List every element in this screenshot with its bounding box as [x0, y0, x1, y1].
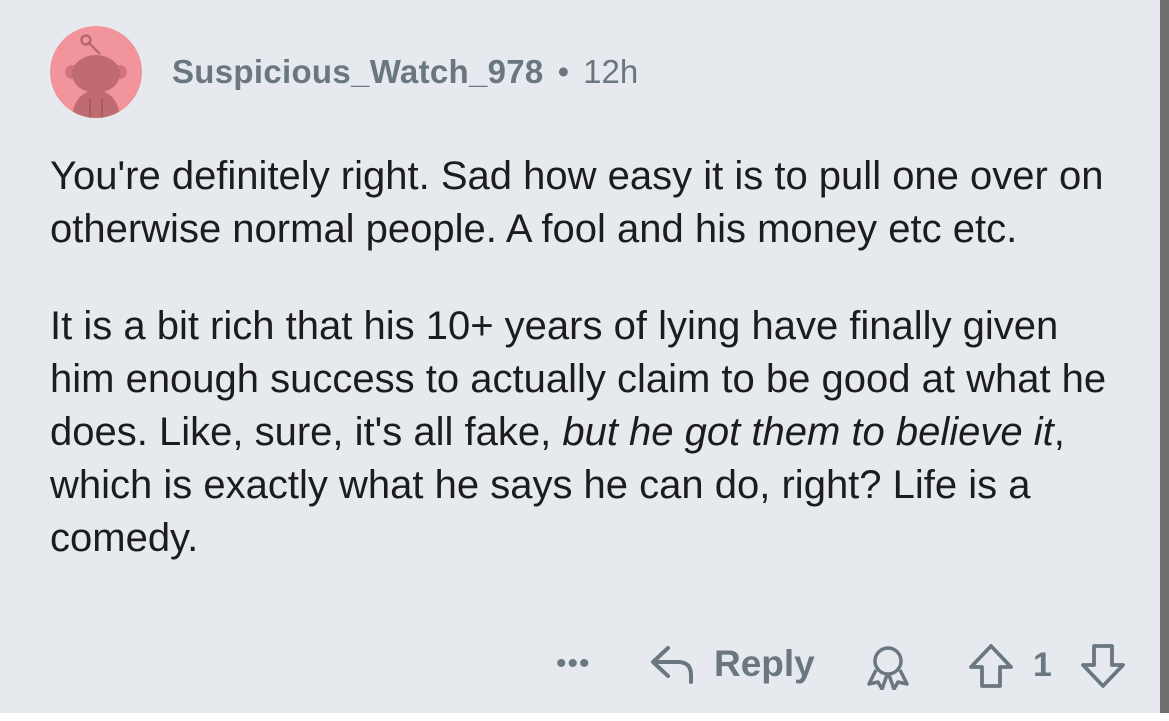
- comment-age: 12h: [583, 53, 639, 90]
- paragraph-2-italic-text: but he got them to believe it: [562, 410, 1054, 454]
- snoo-avatar-icon[interactable]: [50, 26, 142, 118]
- comment-paragraph-2: It is a bit rich that his 10+ years of l…: [50, 300, 1125, 565]
- scrollbar[interactable]: [1160, 0, 1169, 721]
- downvote-arrow-icon[interactable]: [1078, 642, 1128, 690]
- reply-button[interactable]: Reply: [648, 642, 815, 686]
- username[interactable]: Suspicious_Watch_978: [172, 53, 544, 91]
- award-icon[interactable]: [866, 644, 912, 690]
- comment-paragraph-1: You're definitely right. Sad how easy it…: [50, 154, 1104, 251]
- meta-separator: •: [557, 53, 570, 90]
- more-options-icon[interactable]: •••: [556, 649, 591, 679]
- comment-header: Suspicious_Watch_978 • 12h: [50, 24, 1130, 120]
- reply-label: Reply: [714, 643, 815, 684]
- comment-body: You're definitely right. Sad how easy it…: [50, 150, 1125, 565]
- upvote-arrow-icon[interactable]: [966, 642, 1016, 690]
- comment: Suspicious_Watch_978 • 12h You're defini…: [50, 24, 1130, 565]
- bottom-divider: [0, 713, 1169, 721]
- comment-actions: ••• Reply 1: [0, 640, 1169, 696]
- reply-arrow-icon: [651, 646, 693, 684]
- vote-count: 1: [1033, 646, 1052, 684]
